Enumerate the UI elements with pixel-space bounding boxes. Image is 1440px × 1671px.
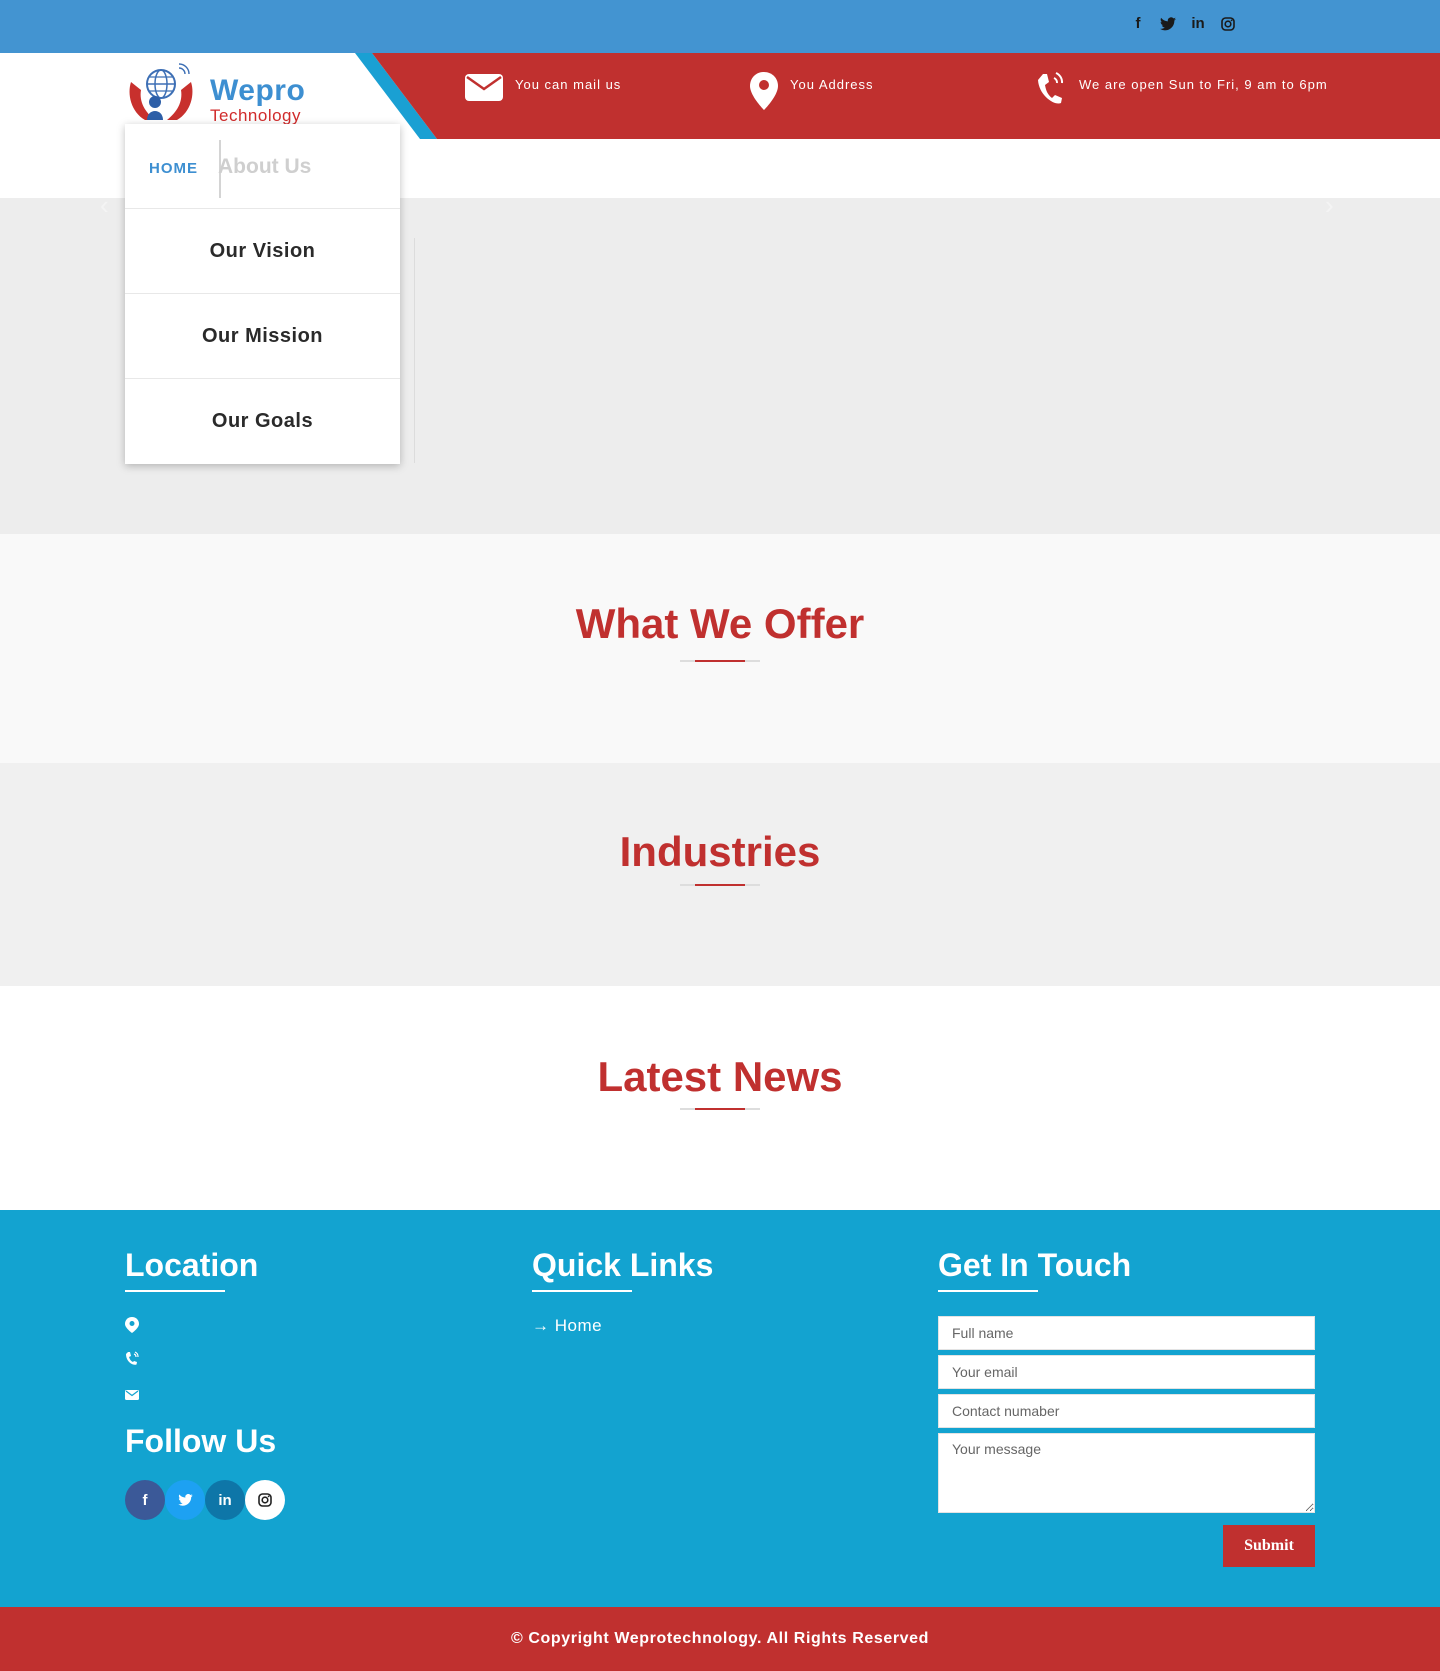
- quick-link-label: Home: [554, 1316, 603, 1335]
- logo-globe-hands-icon: [129, 63, 193, 120]
- footer-title-underline: [125, 1290, 225, 1292]
- envelope-icon: [125, 1390, 139, 1400]
- section-what-we-offer: What We Offer: [0, 534, 1440, 763]
- facebook-icon: f: [142, 1491, 148, 1509]
- quick-link-home[interactable]: → Home: [532, 1316, 602, 1336]
- site-logo[interactable]: Wepro Technology: [125, 62, 325, 126]
- dropdown-header: HOME About Us: [125, 124, 400, 209]
- twitter-icon[interactable]: [1160, 15, 1176, 33]
- top-bar: f in: [0, 0, 1440, 53]
- slider-next-icon[interactable]: ›: [1325, 190, 1334, 221]
- contact-mail-text: You can mail us: [515, 77, 622, 92]
- contact-number-input[interactable]: [938, 1394, 1315, 1428]
- follow-facebook-button[interactable]: f: [125, 1480, 165, 1520]
- message-textarea[interactable]: [938, 1433, 1315, 1513]
- section-title-underline: [680, 884, 760, 886]
- top-social-links: f in: [1130, 15, 1236, 33]
- section-title-underline: [680, 660, 760, 662]
- phone-ringing-icon: [1038, 72, 1064, 104]
- full-name-input[interactable]: [938, 1316, 1315, 1350]
- footer-title-underline: [532, 1290, 632, 1292]
- instagram-icon: [258, 1493, 272, 1507]
- follow-twitter-button[interactable]: [165, 1480, 205, 1520]
- footer-follow-title: Follow Us: [125, 1423, 277, 1459]
- envelope-icon: [465, 74, 503, 101]
- contact-address[interactable]: You Address: [750, 72, 874, 110]
- footer-location-title: Location: [125, 1247, 259, 1283]
- phone-icon: [126, 1351, 139, 1365]
- dropdown-item-goals[interactable]: Our Goals: [125, 379, 400, 464]
- instagram-icon[interactable]: [1220, 15, 1236, 33]
- footer-get-in-touch-title: Get In Touch: [938, 1247, 1132, 1283]
- copyright-bar: © Copyright Weprotechnology. All Rights …: [0, 1607, 1440, 1671]
- location-pin-icon: [125, 1317, 139, 1333]
- slider-prev-icon[interactable]: ‹: [100, 190, 109, 221]
- arrow-right-icon: →: [532, 1316, 550, 1335]
- footer-title-underline: [938, 1290, 1038, 1292]
- facebook-icon[interactable]: f: [1130, 15, 1146, 33]
- follow-instagram-button[interactable]: [245, 1480, 285, 1520]
- map-pin-icon: [750, 72, 778, 110]
- dropdown-item-vision[interactable]: Our Vision: [125, 209, 400, 294]
- logo-subtitle: Technology: [210, 106, 302, 125]
- section-industries: Industries: [0, 763, 1440, 986]
- linkedin-icon[interactable]: in: [1190, 15, 1206, 33]
- section-title-offer: What We Offer: [575, 600, 865, 647]
- dropdown-item-mission[interactable]: Our Mission: [125, 294, 400, 379]
- follow-linkedin-button[interactable]: in: [205, 1480, 245, 1520]
- section-title-news: Latest News: [597, 1053, 843, 1100]
- contact-hours[interactable]: We are open Sun to Fri, 9 am to 6pm: [1035, 72, 1328, 108]
- about-dropdown-menu: HOME About Us Our Vision Our Mission Our…: [125, 124, 400, 464]
- section-title-industries: Industries: [619, 828, 821, 875]
- email-input[interactable]: [938, 1355, 1315, 1389]
- contact-address-text: You Address: [790, 77, 874, 92]
- nav-home-link[interactable]: HOME: [149, 160, 198, 177]
- nav-about-link[interactable]: About Us: [218, 155, 311, 179]
- hero-divider: [414, 238, 415, 463]
- footer-quick-links-title: Quick Links: [532, 1247, 714, 1283]
- logo-title: Wepro: [210, 74, 306, 107]
- section-title-underline: [680, 1108, 760, 1110]
- linkedin-icon: in: [218, 1491, 232, 1509]
- section-latest-news: Latest News: [0, 986, 1440, 1210]
- submit-button[interactable]: Submit: [1223, 1525, 1315, 1567]
- contact-hours-text: We are open Sun to Fri, 9 am to 6pm: [1079, 77, 1328, 92]
- twitter-icon: [177, 1494, 193, 1506]
- contact-mail[interactable]: You can mail us: [465, 72, 621, 102]
